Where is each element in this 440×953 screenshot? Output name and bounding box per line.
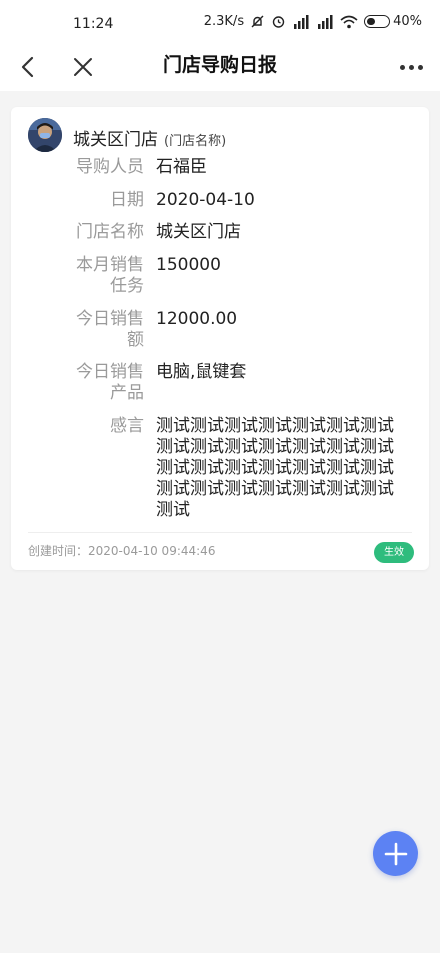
- status-bar: 11:24 2.3K/s 40%: [0, 0, 440, 48]
- field-value: 测试测试测试测试测试测试测试测试测试测试测试测试测试测试测试测试测试测试测试测试…: [156, 416, 394, 520]
- battery-icon: [364, 15, 391, 28]
- field-label: 今日销售产品: [76, 362, 144, 403]
- nav-bar: 门店导购日报: [0, 48, 440, 91]
- more-button[interactable]: [394, 52, 428, 82]
- store-heading: 城关区门店 (门店名称): [73, 125, 226, 150]
- field-label: 日期: [110, 190, 144, 210]
- net-speed: 2.3K/s: [203, 14, 245, 29]
- field-value: 电脑,鼠键套: [156, 362, 247, 382]
- store-name: 城关区门店: [73, 130, 158, 150]
- battery-fill: [367, 18, 375, 25]
- add-button[interactable]: [373, 831, 418, 876]
- field-value: 城关区门店: [156, 222, 241, 242]
- field-label: 门店名称: [76, 222, 144, 242]
- field-label: 本月销售任务: [76, 255, 144, 296]
- status-badge: 生效: [374, 542, 414, 563]
- signal-icon: [318, 14, 333, 29]
- mute-bell-icon: [251, 15, 264, 28]
- avatar: [28, 118, 62, 152]
- page-title: 门店导购日报: [162, 54, 277, 76]
- battery-indicator: 40%: [364, 14, 422, 29]
- signal-hd-icon: [294, 14, 309, 29]
- alarm-icon: [272, 16, 285, 28]
- wifi-icon: [340, 15, 358, 28]
- field-value: 12000.00: [156, 309, 238, 329]
- created-time: 创建时间：2020-04-10 09:44:46: [28, 544, 216, 558]
- field-label: 今日销售额: [76, 309, 144, 350]
- more-dot: [399, 64, 405, 70]
- status-time: 11:24: [73, 16, 114, 32]
- report-card[interactable]: 城关区门店 (门店名称) 导购人员 石福臣 日期 2020-04-10 门店名称…: [11, 107, 429, 570]
- battery-percent: 40%: [393, 14, 422, 29]
- field-label: 感言: [110, 416, 144, 436]
- status-icons: 2.3K/s 40%: [204, 14, 422, 29]
- plus-icon: [384, 842, 407, 865]
- field-value: 石福臣: [156, 157, 207, 177]
- more-dot: [408, 64, 414, 70]
- store-name-hint: (门店名称): [164, 134, 227, 149]
- field-value: 2020-04-10: [156, 190, 255, 210]
- field-label: 导购人员: [76, 157, 144, 177]
- field-value: 150000: [156, 255, 221, 275]
- more-dot: [417, 64, 423, 70]
- card-divider: [28, 532, 412, 533]
